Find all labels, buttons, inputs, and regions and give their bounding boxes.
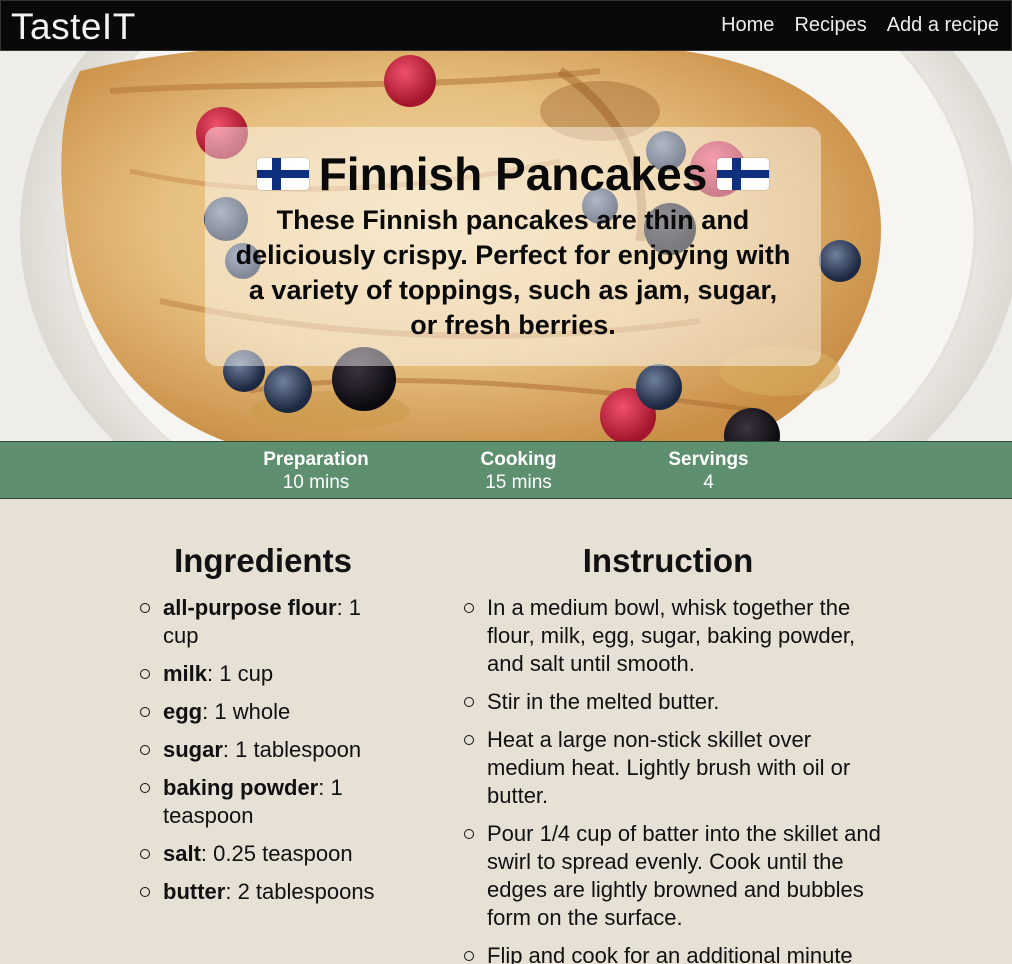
stat-label: Servings [668, 449, 749, 470]
stat-value: 15 mins [485, 472, 552, 493]
ingredients-list: all-purpose flour: 1 cup milk: 1 cup egg… [124, 594, 402, 906]
ingredient-amount: 1 whole [214, 699, 291, 724]
instructions-section: Instruction In a medium bowl, whisk toge… [448, 499, 888, 964]
ingredients-heading: Ingredients [174, 542, 352, 579]
ingredient-item: all-purpose flour: 1 cup [124, 594, 402, 650]
ingredient-name: butter [163, 879, 226, 904]
stat-value: 10 mins [282, 472, 350, 493]
ingredient-name: milk [163, 661, 208, 686]
ingredients-section: Ingredients all-purpose flour: 1 cup mil… [124, 499, 402, 916]
stat-cooking: Cooking 15 mins [416, 442, 621, 498]
ingredient-amount: 1 cup [219, 661, 274, 686]
stat-value: 4 [703, 472, 714, 493]
instruction-step: In a medium bowl, whisk together the flo… [448, 594, 888, 678]
ingredient-item: butter: 2 tablespoons [124, 878, 402, 906]
title-row: Finnish Pancakes [205, 151, 821, 197]
instruction-step: Heat a large non-stick skillet over medi… [448, 726, 888, 810]
nav-links: Home Recipes Add a recipe [721, 14, 999, 37]
recipe-title: Finnish Pancakes [318, 148, 708, 200]
instructions-list: In a medium bowl, whisk together the flo… [448, 594, 888, 964]
nav-link-recipes[interactable]: Recipes [794, 14, 866, 37]
ingredient-amount: 2 tablespoons [237, 879, 375, 904]
nav-link-home[interactable]: Home [721, 14, 774, 37]
recipe-description: These Finnish pancakes are thin and deli… [235, 205, 791, 340]
instruction-step: Stir in the melted butter. [448, 688, 888, 716]
stat-label: Preparation [263, 449, 369, 470]
stat-label: Cooking [480, 449, 557, 470]
ingredient-item: egg: 1 whole [124, 698, 402, 726]
finland-flag-icon [717, 158, 770, 190]
ingredient-amount: 0.25 teaspoon [213, 841, 353, 866]
ingredient-item: baking powder: 1 teaspoon [124, 774, 402, 830]
stat-preparation: Preparation 10 mins [216, 442, 416, 498]
stat-servings: Servings 4 [621, 442, 796, 498]
recipe-stats-bar: Preparation 10 mins Cooking 15 mins Serv… [0, 441, 1012, 499]
ingredient-name: egg [163, 699, 203, 724]
ingredient-amount: 1 tablespoon [235, 737, 362, 762]
ingredient-item: milk: 1 cup [124, 660, 402, 688]
hero-banner: Finnish Pancakes These Finnish pancakes … [0, 51, 1012, 441]
instruction-step: Flip and cook for an additional minute [448, 942, 888, 964]
ingredient-name: salt [163, 841, 201, 866]
ingredient-name: baking powder [163, 775, 319, 800]
instruction-step: Pour 1/4 cup of batter into the skillet … [448, 820, 888, 932]
ingredient-item: sugar: 1 tablespoon [124, 736, 402, 764]
navbar: TasteIT Home Recipes Add a recipe [0, 0, 1012, 51]
ingredient-name: all-purpose flour [163, 595, 337, 620]
finland-flag-icon [256, 158, 309, 190]
nav-link-add-recipe[interactable]: Add a recipe [887, 14, 999, 37]
brand-logo[interactable]: TasteIT [11, 8, 136, 45]
hero-card: Finnish Pancakes These Finnish pancakes … [205, 127, 821, 366]
ingredient-name: sugar [163, 737, 223, 762]
instructions-heading: Instruction [582, 542, 754, 579]
recipe-content: Ingredients all-purpose flour: 1 cup mil… [0, 499, 1012, 964]
ingredient-item: salt: 0.25 teaspoon [124, 840, 402, 868]
